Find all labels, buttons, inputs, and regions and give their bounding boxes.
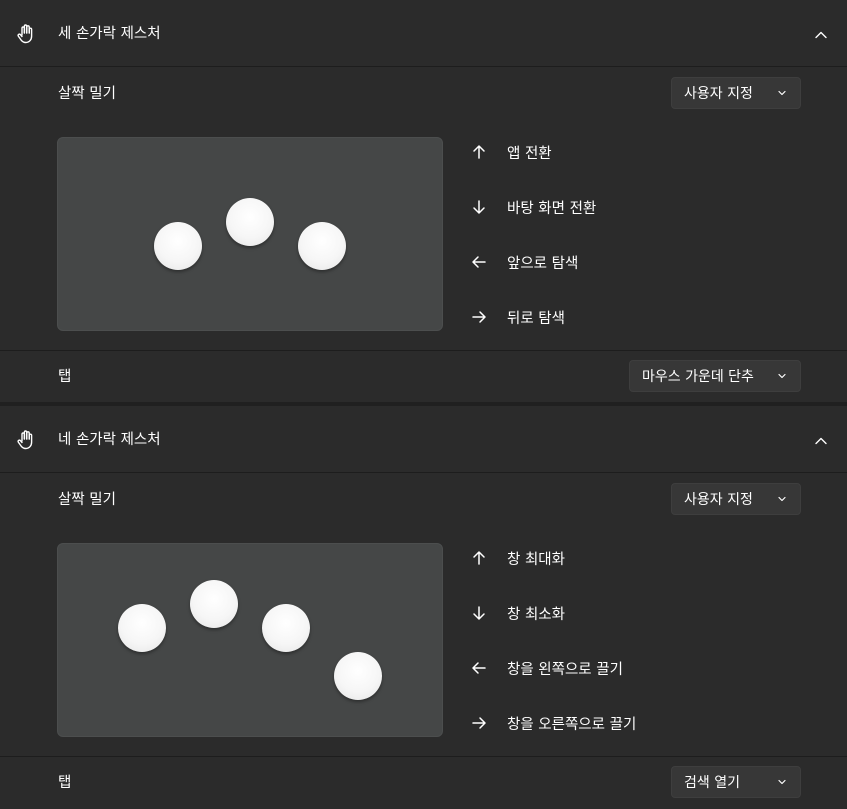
divider <box>0 350 847 351</box>
chevron-down-icon <box>778 373 786 379</box>
swipe-dropdown[interactable]: 사용자 지정 <box>671 77 801 109</box>
arrow-right-icon <box>472 717 486 729</box>
tap-dropdown[interactable]: 마우스 가운데 단추 <box>629 360 801 392</box>
swipe-label: 살짝 밀기 <box>58 492 116 508</box>
three-finger-header[interactable]: 세 손가락 제스처 <box>0 0 847 67</box>
chevron-down-icon <box>778 779 786 785</box>
finger-dot <box>190 580 238 628</box>
tap-label: 탭 <box>58 369 72 385</box>
finger-dot <box>226 198 274 246</box>
dropdown-value: 사용자 지정 <box>684 492 753 508</box>
section-title: 세 손가락 제스처 <box>58 26 161 42</box>
divider <box>0 756 847 757</box>
gesture-preview <box>57 543 443 737</box>
action-left: 창을 왼쪽으로 끌기 <box>470 657 623 679</box>
action-label: 창을 왼쪽으로 끌기 <box>507 661 623 678</box>
arrow-right-icon <box>472 311 486 323</box>
arrow-up-icon <box>473 551 485 565</box>
action-down: 창 최소화 <box>470 602 565 624</box>
finger-dot <box>298 222 346 270</box>
action-label: 앞으로 탐색 <box>507 255 579 272</box>
arrow-down-icon <box>473 200 485 214</box>
arrow-up-icon <box>473 145 485 159</box>
action-label: 창 최대화 <box>507 551 565 568</box>
hand-icon <box>17 430 33 450</box>
finger-dot <box>262 604 310 652</box>
four-finger-header[interactable]: 네 손가락 제스처 <box>0 406 847 473</box>
tap-label: 탭 <box>58 775 72 791</box>
hand-icon <box>17 24 33 44</box>
action-down: 바탕 화면 전환 <box>470 196 596 218</box>
action-label: 창 최소화 <box>507 606 565 623</box>
action-up: 창 최대화 <box>470 547 565 569</box>
action-right: 뒤로 탐색 <box>470 306 565 328</box>
finger-dot <box>334 652 382 700</box>
dropdown-value: 사용자 지정 <box>684 86 753 102</box>
swipe-label: 살짝 밀기 <box>58 86 116 102</box>
four-finger-section: 네 손가락 제스처 살짝 밀기 사용자 지정 창 최대화 창 최소화 창을 왼쪽… <box>0 406 847 809</box>
dropdown-value: 마우스 가운데 단추 <box>642 369 754 385</box>
chevron-down-icon <box>778 496 786 502</box>
tap-dropdown[interactable]: 검색 열기 <box>671 766 801 798</box>
finger-dot <box>118 604 166 652</box>
action-label: 뒤로 탐색 <box>507 310 565 327</box>
three-finger-section: 세 손가락 제스처 살짝 밀기 사용자 지정 앱 전환 바탕 화면 전환 앞으로… <box>0 0 847 402</box>
action-right: 창을 오른쪽으로 끌기 <box>470 712 636 734</box>
action-left: 앞으로 탐색 <box>470 251 578 273</box>
gesture-preview <box>57 137 443 331</box>
arrow-down-icon <box>473 606 485 620</box>
swipe-dropdown[interactable]: 사용자 지정 <box>671 483 801 515</box>
arrow-left-icon <box>472 256 486 268</box>
action-label: 창을 오른쪽으로 끌기 <box>507 716 637 733</box>
arrow-left-icon <box>472 662 486 674</box>
chevron-down-icon <box>778 90 786 96</box>
finger-dot <box>154 222 202 270</box>
dropdown-value: 검색 열기 <box>684 775 740 791</box>
action-label: 바탕 화면 전환 <box>507 200 597 217</box>
chevron-up-icon[interactable] <box>810 430 832 452</box>
action-up: 앱 전환 <box>470 141 552 163</box>
chevron-up-icon[interactable] <box>810 24 832 46</box>
action-label: 앱 전환 <box>507 145 552 162</box>
section-title: 네 손가락 제스처 <box>58 432 161 448</box>
